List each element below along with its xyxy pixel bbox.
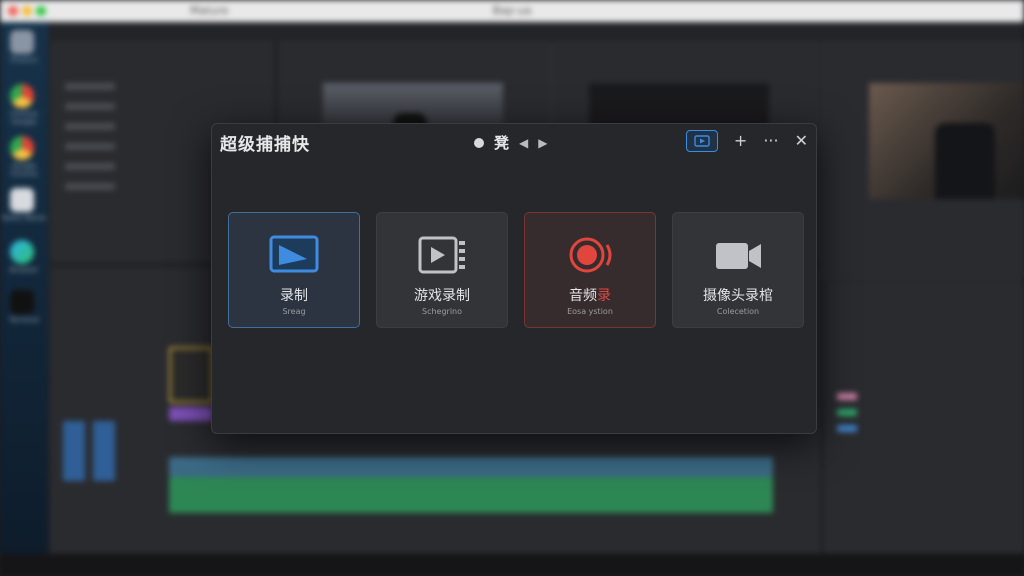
next-arrow-icon[interactable]: ▶ xyxy=(538,136,547,150)
card-sub: Schegrino xyxy=(421,307,463,316)
window-title: Bap·ua xyxy=(492,4,532,17)
notes-icon[interactable] xyxy=(10,188,34,212)
card-label: 音频录 xyxy=(525,285,655,305)
close-button[interactable]: ✕ xyxy=(795,131,808,151)
play-screen-icon xyxy=(694,135,710,147)
screen: Mature Bap·ua Finance Chrome Google Goog… xyxy=(0,0,1024,576)
dock-label: Notes Memo xyxy=(2,214,46,222)
chrome-icon[interactable] xyxy=(10,136,34,160)
edge-icon[interactable] xyxy=(10,240,34,264)
card-sub: Eosa ystion xyxy=(567,307,613,316)
dock-label: Finance xyxy=(10,56,38,64)
os-menu-bar: Mature Bap·ua xyxy=(0,0,1024,22)
program-monitor xyxy=(822,42,1024,280)
mode-label: 凳 xyxy=(494,134,510,152)
status-bar xyxy=(0,554,1024,576)
card-label: 摄像头录棺 xyxy=(703,288,773,304)
dock-label: Browser xyxy=(9,266,39,274)
more-button[interactable]: ··· xyxy=(763,131,778,151)
dock-label: Google Chrome xyxy=(10,162,38,178)
screen-record-icon xyxy=(269,235,319,273)
card-sub: Colecetion xyxy=(716,307,760,316)
dialog-toolbar: + ··· ✕ xyxy=(685,130,808,152)
card-audio-record[interactable]: 音频录 Eosa ystion xyxy=(524,212,656,328)
card-label: 录制 xyxy=(280,288,308,304)
terminal-icon[interactable] xyxy=(10,290,34,314)
recording-view-button[interactable] xyxy=(685,130,718,152)
folder-icon[interactable] xyxy=(10,30,34,54)
prev-arrow-icon[interactable]: ◀ xyxy=(519,136,528,150)
card-label-main: 音频 xyxy=(569,288,597,304)
dock-label: Terminal xyxy=(9,316,39,324)
camera-record-icon xyxy=(716,243,761,269)
audio-record-icon xyxy=(569,237,612,273)
inspector-panel xyxy=(826,284,1024,552)
card-label-red: 录 xyxy=(597,288,611,304)
card-label: 游戏录制 xyxy=(414,288,470,304)
card-camera-record[interactable]: 摄像头录棺 Colecetion xyxy=(672,212,804,328)
add-button[interactable]: + xyxy=(734,131,747,151)
card-sub: Sreag xyxy=(282,307,306,316)
mode-switcher: 凳 ◀ ▶ xyxy=(474,132,547,153)
dock-label: Chrome Google xyxy=(10,110,38,126)
card-screen-record[interactable]: 录制 Sreag xyxy=(228,212,360,328)
recorder-dialog: 超级捕捕快 凳 ◀ ▶ + ··· ✕ 录制 Sreag 游戏录制 Schegr… xyxy=(211,123,817,434)
record-mode-cards: 录制 Sreag 游戏录制 Schegrino 音频录 Eosa ystion … xyxy=(228,212,804,328)
desktop-dock: Finance Chrome Google Google Chrome Note… xyxy=(0,22,48,554)
record-dot-icon xyxy=(474,137,484,148)
game-record-icon xyxy=(418,236,465,274)
chrome-icon[interactable] xyxy=(10,84,34,108)
dialog-title: 超级捕捕快 xyxy=(220,135,310,155)
card-game-record[interactable]: 游戏录制 Schegrino xyxy=(376,212,508,328)
